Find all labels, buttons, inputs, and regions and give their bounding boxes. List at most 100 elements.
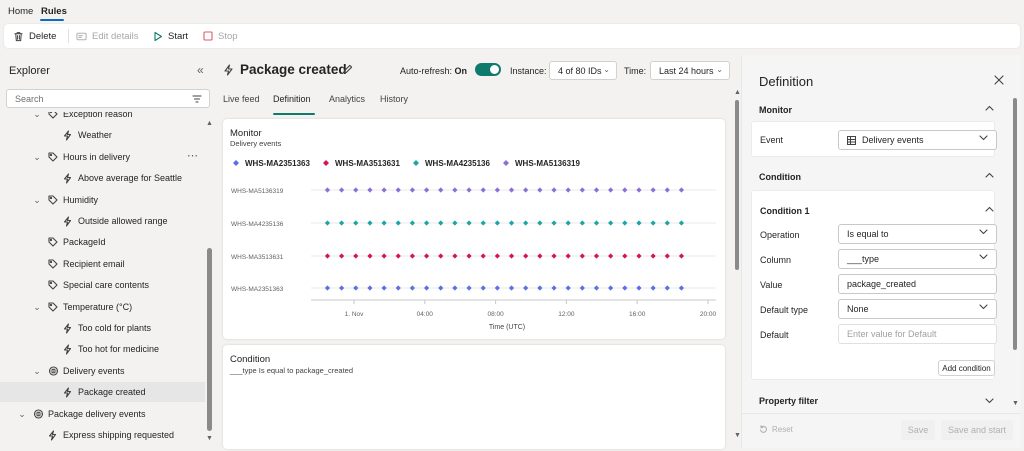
tag-icon [48,112,58,119]
chevron-down-icon[interactable]: ⌄ [18,409,26,420]
default-input[interactable]: Enter value for Default [838,324,997,344]
add-condition-button[interactable]: Add condition [938,360,995,376]
data-point [452,285,458,291]
chevron-down-icon[interactable]: ⌄ [33,112,41,120]
legend-marker [323,160,329,166]
chevron-up-icon[interactable] [985,105,994,111]
time-dropdown[interactable]: Last 24 hours ⌄ [650,61,730,80]
save-and-start-button[interactable]: Save and start [941,420,1013,440]
start-label: Start [168,30,189,42]
x-tick-label: 16:00 [629,311,646,318]
chevron-down-icon[interactable]: ⌄ [33,195,41,206]
edit-pencil-icon[interactable] [342,64,353,75]
scroll-down-arrow[interactable]: ▼ [734,432,741,439]
tree-item[interactable]: Weather [0,125,205,145]
column-dropdown[interactable]: ___type [838,249,997,269]
auto-refresh-toggle[interactable] [475,63,501,76]
data-point [551,285,557,291]
tree-item[interactable]: Too hot for medicine [0,339,205,359]
panel-scrollbar[interactable] [1013,98,1017,350]
tree-item[interactable]: ⌄ Temperature (°C) [0,297,205,317]
scroll-up-arrow[interactable]: ▲ [206,120,213,127]
condition-card: Condition ___type Is equal to package_cr… [223,345,725,449]
tree-item[interactable]: Outside allowed range [0,211,205,231]
data-point [565,187,571,193]
scroll-down-arrow[interactable]: ▼ [206,435,213,442]
data-point [480,220,486,226]
chevron-up-icon[interactable] [985,172,994,178]
edit-details-button[interactable]: Edit details [76,24,138,48]
x-tick-label: 20:00 [700,311,717,318]
tab-home[interactable]: Home [8,6,33,17]
tab-analytics[interactable]: Analytics [329,94,365,104]
stop-icon [203,31,213,41]
chevron-down-icon[interactable]: ⌄ [33,152,41,163]
delete-button[interactable]: Delete [13,24,56,48]
data-point [339,253,345,259]
chevron-down-icon[interactable]: ⌄ [33,366,41,377]
monitor-card: Monitor Delivery events WHS-MA2351363 WHS… [223,119,725,339]
data-point [480,253,486,259]
operation-dropdown[interactable]: Is equal to [838,224,997,244]
tree-item[interactable]: Express shipping requested [0,425,205,445]
condition-1-section: Condition 1 Operation Is equal to Column… [751,190,997,380]
tree-item[interactable]: Package created [0,382,205,402]
tree-item[interactable]: Above average for Seattle [0,168,205,188]
data-point [466,187,472,193]
tab-live-feed[interactable]: Live feed [223,94,260,104]
tree-item[interactable]: ⌄ Exception reason [0,112,205,124]
data-point [438,220,444,226]
chevron-down-icon: ⌄ [716,65,723,74]
tree-item[interactable]: ⌄ Hours in delivery ⋯ [0,147,205,167]
legend-marker [233,160,239,166]
tree-item[interactable]: ⌄ Humidity [0,190,205,210]
data-point [664,253,670,259]
start-button[interactable]: Start [153,24,188,48]
legend-marker [413,160,419,166]
tree-item-label: Temperature (°C) [63,302,133,312]
scroll-up-arrow[interactable]: ▲ [734,89,741,96]
chevron-down-icon[interactable]: ⌄ [33,302,41,313]
tree-item-label: Too cold for plants [78,323,152,333]
auto-refresh-label: Auto-refresh: On [400,66,467,76]
x-axis-label: Time (UTC) [489,324,525,331]
data-point [636,187,642,193]
instance-dropdown[interactable]: 4 of 80 IDs ⌄ [549,61,617,80]
tree-item[interactable]: Recipient email [0,254,205,274]
explorer-scrollbar[interactable] [207,248,212,431]
value-input[interactable]: package_created [838,274,997,294]
stop-button[interactable]: Stop [203,24,238,48]
tab-definition[interactable]: Definition [273,94,311,104]
data-point [636,220,642,226]
tree-item[interactable]: Special care contents [0,275,205,295]
chevron-up-icon[interactable] [985,206,994,212]
tab-rules[interactable]: Rules [41,6,67,17]
chevron-down-icon [979,254,988,260]
filter-icon[interactable] [192,95,202,103]
default-label: Default [760,330,789,340]
chevron-down-icon[interactable] [985,398,994,404]
data-point [537,253,543,259]
default-type-dropdown[interactable]: None [838,299,997,319]
y-tick-label: WHS-MA2351363 [231,286,284,293]
event-dropdown[interactable]: Delivery events [838,130,997,150]
collapse-panel-icon[interactable]: « [197,63,204,77]
tree-item-label: Special care contents [63,280,150,290]
close-icon[interactable] [994,75,1004,85]
tree-item[interactable]: ⌄ Package delivery events [0,404,205,424]
condition-card-title: Condition [230,354,271,365]
tree-item[interactable]: Too cold for plants [0,318,205,338]
save-button[interactable]: Save [901,420,935,440]
more-options-icon[interactable]: ⋯ [187,149,198,162]
event-stream-icon [33,409,44,419]
data-point [608,187,614,193]
tab-history[interactable]: History [380,94,408,104]
search-input[interactable]: Search [6,89,210,108]
content-scrollbar[interactable] [735,100,739,270]
save-and-start-label: Save and start [947,425,1007,435]
reset-button[interactable]: Reset [759,425,793,434]
data-point [381,253,387,259]
tree-item[interactable]: PackageId [0,232,205,252]
scroll-down-arrow[interactable]: ▼ [1012,400,1019,407]
tree-item[interactable]: ⌄ Delivery events [0,361,205,381]
